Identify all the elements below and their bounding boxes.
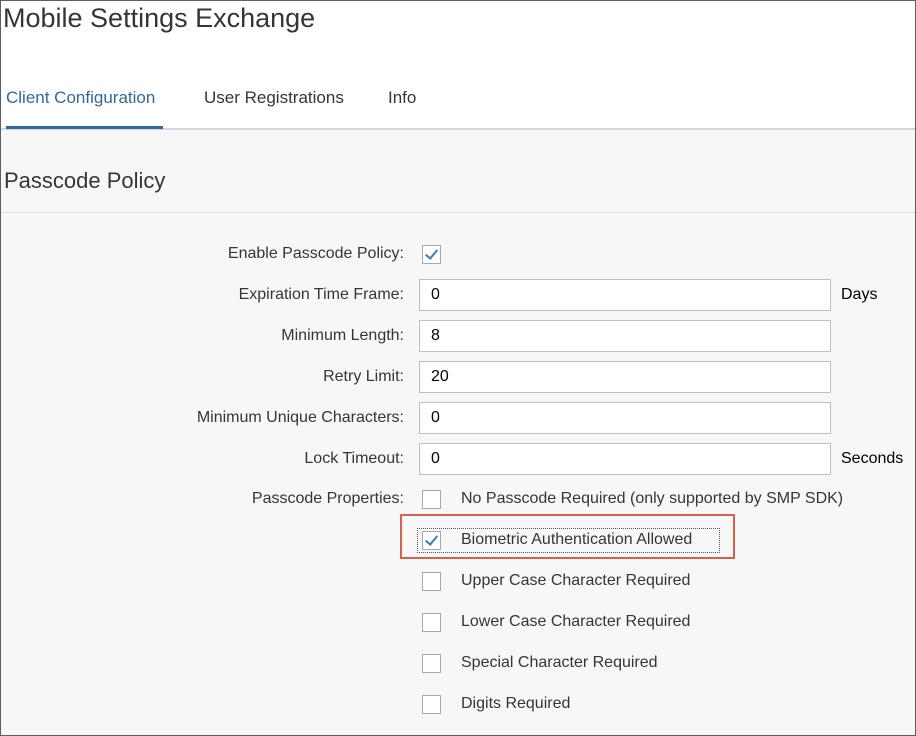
biometric-authentication-checkbox[interactable] [422,531,441,550]
minimum-length-label: Minimum Length: [281,327,404,344]
expiration-unit-label: Days [841,286,878,303]
section-title: Passcode Policy [4,168,166,193]
lock-timeout-label: Lock Timeout: [304,450,404,467]
upper-case-required-label[interactable]: Upper Case Character Required [461,572,690,590]
special-character-required-label[interactable]: Special Character Required [461,654,658,672]
digits-required-label[interactable]: Digits Required [461,695,570,713]
tab-info[interactable]: Info [388,88,416,108]
lower-case-required-label[interactable]: Lower Case Character Required [461,613,690,631]
special-character-required-checkbox[interactable] [422,654,441,673]
retry-limit-input[interactable] [419,361,831,393]
lock-timeout-unit-label: Seconds [841,450,904,467]
minimum-length-input[interactable] [419,320,831,352]
lock-timeout-input[interactable] [419,443,831,475]
enable-passcode-policy-checkbox[interactable] [422,245,441,264]
tab-bar: Client Configuration User Registrations … [1,70,915,130]
section-divider [1,212,915,213]
expiration-time-frame-label: Expiration Time Frame: [238,286,404,303]
selected-tab-indicator [6,126,163,129]
upper-case-required-checkbox[interactable] [422,572,441,591]
app-title: Mobile Settings Exchange [3,3,316,33]
enable-passcode-policy-label: Enable Passcode Policy: [227,245,404,262]
no-passcode-required-label[interactable]: No Passcode Required (only supported by … [461,490,843,508]
passcode-properties-label: Passcode Properties: [251,490,404,507]
digits-required-checkbox[interactable] [422,695,441,714]
expiration-time-frame-input[interactable] [419,279,831,311]
retry-limit-label: Retry Limit: [323,368,404,385]
tab-user-registrations[interactable]: User Registrations [204,88,344,108]
minimum-unique-characters-label: Minimum Unique Characters: [196,409,404,426]
minimum-unique-characters-input[interactable] [419,402,831,434]
biometric-authentication-label[interactable]: Biometric Authentication Allowed [461,531,692,549]
no-passcode-required-checkbox[interactable] [422,490,441,509]
content-panel: Passcode Policy Enable Passcode Policy: … [1,130,915,735]
tab-client-configuration[interactable]: Client Configuration [6,88,155,108]
lower-case-required-checkbox[interactable] [422,613,441,632]
